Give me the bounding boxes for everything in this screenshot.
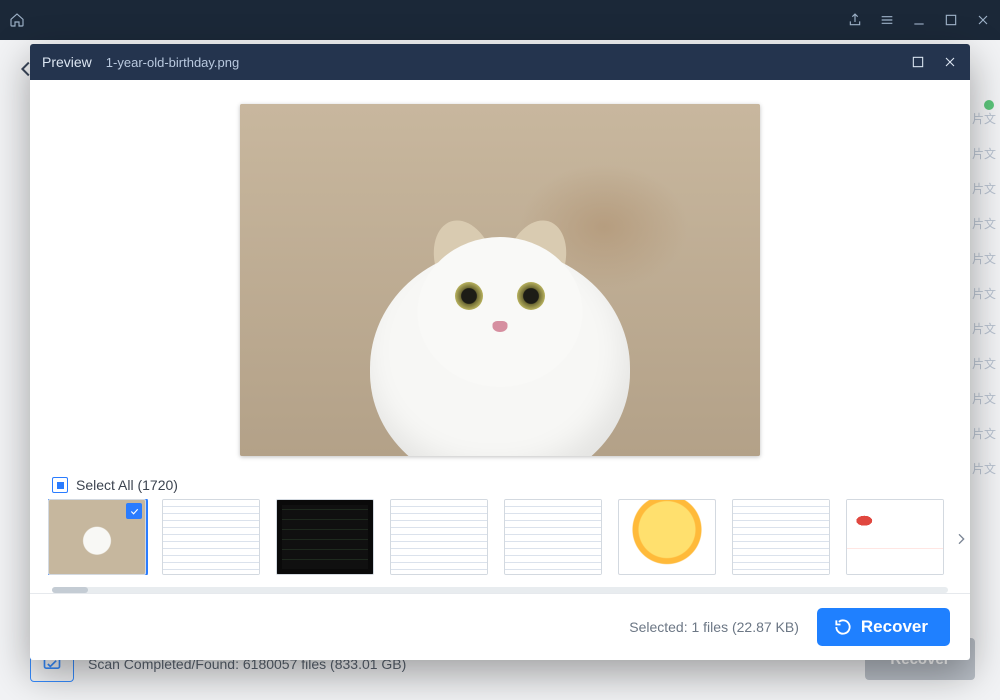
recover-button-label: Recover xyxy=(861,617,928,637)
check-icon xyxy=(126,503,142,519)
maximize-icon[interactable] xyxy=(942,11,960,29)
thumbnails-strip xyxy=(30,499,970,579)
preview-modal-footer: Selected: 1 files (22.87 KB) Recover xyxy=(30,593,970,660)
thumbnail-item[interactable] xyxy=(846,499,944,575)
thumbnail-item[interactable] xyxy=(276,499,374,575)
modal-maximize-icon[interactable] xyxy=(910,54,926,70)
preview-area xyxy=(30,80,970,471)
thumbnail-item[interactable] xyxy=(618,499,716,575)
select-all-row: Select All (1720) xyxy=(30,471,970,499)
scrollbar-handle[interactable] xyxy=(52,587,88,593)
status-dot-icon xyxy=(984,100,994,110)
truncated-list-fragments: 片文片文 片文片文 片文片文 片文片文 片文片文 片文 xyxy=(972,110,996,477)
modal-close-icon[interactable] xyxy=(942,54,958,70)
thumbnail-item[interactable] xyxy=(390,499,488,575)
app-titlebar xyxy=(0,0,1000,40)
preview-modal: Preview 1-year-old-birthday.png Select A… xyxy=(30,44,970,660)
selected-summary: Selected: 1 files (22.87 KB) xyxy=(629,619,799,635)
menu-icon[interactable] xyxy=(878,11,896,29)
chevron-right-icon[interactable] xyxy=(950,528,972,550)
home-icon[interactable] xyxy=(8,11,26,29)
close-icon[interactable] xyxy=(974,11,992,29)
thumbnails-scrollbar[interactable] xyxy=(52,587,948,593)
minimize-icon[interactable] xyxy=(910,11,928,29)
select-all-label: Select All (1720) xyxy=(76,477,178,493)
thumbnail-item[interactable] xyxy=(48,499,146,575)
preview-modal-header: Preview 1-year-old-birthday.png xyxy=(30,44,970,80)
select-all-checkbox[interactable] xyxy=(52,477,68,493)
share-icon[interactable] xyxy=(846,11,864,29)
thumbnail-item[interactable] xyxy=(732,499,830,575)
preview-title: Preview xyxy=(42,54,92,70)
recover-button[interactable]: Recover xyxy=(817,608,950,646)
preview-filename: 1-year-old-birthday.png xyxy=(106,55,239,70)
thumbnail-item[interactable] xyxy=(504,499,602,575)
preview-image xyxy=(240,104,760,456)
thumbnail-item[interactable] xyxy=(162,499,260,575)
